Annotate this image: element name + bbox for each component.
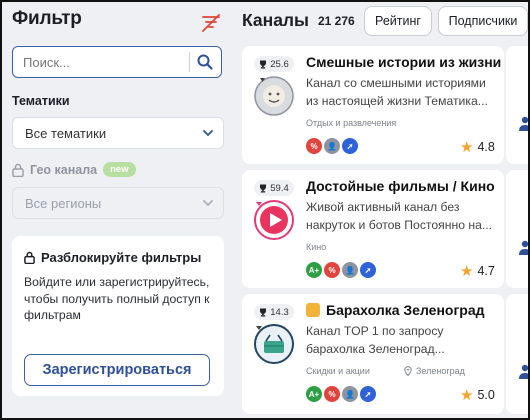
chevron-down-icon (203, 199, 213, 206)
discount-tag-icon: % (324, 262, 340, 278)
channel-geo-text: Зеленоград (416, 366, 465, 376)
clear-filter-icon[interactable] (200, 12, 222, 34)
search-button[interactable] (190, 47, 220, 77)
play-button-avatar-icon (254, 200, 294, 240)
stars-value: 4.8 (477, 140, 495, 154)
new-badge: new (103, 162, 136, 177)
filter-sidebar: Фильтр Тематики Все тематики Гео ка (0, 0, 234, 420)
channel-card[interactable]: 59.4 Достойные фильмы / Кино Живой актив… (242, 170, 504, 288)
a-plus-tag-icon: A+ (306, 262, 322, 278)
channel-tags: % 👤 ➚ (306, 138, 358, 154)
channel-title[interactable]: Смешные истории из жизни (306, 54, 501, 70)
channel-tags: A+ % 👤 ➚ (306, 386, 376, 402)
geo-label-row: Гео канала new (12, 162, 136, 177)
register-button[interactable]: Зарегистрироваться (24, 354, 210, 386)
channel-title[interactable]: Барахолка Зеленоград (306, 302, 485, 318)
channel-title-text: Достойные фильмы / Кино (306, 178, 495, 194)
page-title: Каналы (242, 10, 309, 30)
unlock-text: Войдите или зарегистрируйтесь, чтобы пол… (24, 275, 210, 322)
channel-geo: Зеленоград (404, 366, 465, 376)
channels-panel: Каналы 21 276 Рейтинг Подписчики 25.6 См… (234, 0, 530, 420)
lock-icon (24, 251, 35, 264)
trophy-icon (260, 184, 267, 192)
discount-tag-icon: % (324, 386, 340, 402)
rocket-tag-icon: ➚ (342, 138, 358, 154)
chevron-down-icon (203, 129, 213, 136)
channel-description: Живой активный канал без накруток и бото… (306, 200, 493, 232)
channel-card[interactable]: 14.3 Барахолка Зеленоград Канал TOP 1 по… (242, 294, 504, 414)
geo-select: Все регионы (12, 187, 224, 219)
star-icon: ★ (460, 139, 474, 156)
channel-title-text: Смешные истории из жизни (306, 54, 502, 70)
channel-title-text: Барахолка Зеленоград (326, 302, 485, 318)
stars-value: 4.7 (477, 264, 495, 278)
rating-pill: 59.4 (254, 180, 294, 196)
channel-tags: A+ % 👤 ➚ (306, 262, 376, 278)
channel-category: Отдых и развлечения (306, 118, 397, 128)
person-icon (519, 116, 530, 131)
channel-title[interactable]: Достойные фильмы / Кино (306, 178, 495, 194)
rating-pill: 14.3 (254, 304, 294, 320)
channel-side-panel (506, 46, 530, 164)
star-icon: ★ (460, 263, 474, 280)
channels-count: 21 276 (318, 14, 355, 28)
shopping-basket-avatar-icon (254, 324, 294, 364)
rocket-tag-icon: ➚ (360, 262, 376, 278)
filter-title: Фильтр (12, 8, 82, 29)
channel-avatar (254, 76, 294, 116)
unlock-title-row: Разблокируйте фильтры (24, 250, 201, 265)
rating-value: 59.4 (270, 182, 289, 194)
channel-side-panel (506, 170, 530, 288)
search-box (12, 46, 222, 78)
channel-stars: ★ 4.7 (460, 262, 495, 280)
channel-category: Кино (306, 242, 327, 252)
baby-face-avatar-icon (254, 76, 294, 116)
geo-select-value: Все регионы (25, 195, 102, 211)
geo-label: Гео канала (30, 162, 98, 177)
search-icon (197, 54, 213, 70)
discount-tag-icon: % (306, 138, 322, 154)
channel-side-panel (506, 294, 530, 414)
trophy-icon (260, 60, 267, 68)
a-plus-tag-icon: A+ (306, 386, 322, 402)
person-tag-icon: 👤 (342, 386, 358, 402)
channel-stars: ★ 4.8 (460, 138, 495, 156)
location-pin-icon (404, 366, 412, 376)
unlock-title: Разблокируйте фильтры (41, 250, 202, 265)
person-icon (519, 240, 530, 255)
channel-card[interactable]: 25.6 Смешные истории из жизни Канал со с… (242, 46, 504, 164)
person-tag-icon: 👤 (342, 262, 358, 278)
person-icon (519, 364, 530, 379)
person-tag-icon: 👤 (324, 138, 340, 154)
chat-bubble-icon (306, 303, 320, 317)
rating-value: 14.3 (270, 306, 289, 318)
channel-category: Скидки и акции (306, 366, 370, 376)
sort-subscribers-button[interactable]: Подписчики (438, 6, 528, 36)
trophy-icon (260, 308, 267, 316)
topics-label: Тематики (12, 94, 70, 108)
channel-stars: ★ 5.0 (460, 386, 495, 404)
channel-description: Канал TOP 1 по запросу барахолка Зеленог… (306, 324, 445, 356)
channel-avatar (254, 324, 294, 364)
stars-value: 5.0 (477, 388, 495, 402)
rating-value: 25.6 (270, 58, 289, 70)
rating-pill: 25.6 (254, 56, 294, 72)
lock-icon (12, 163, 24, 177)
channel-avatar (254, 200, 294, 240)
topics-select[interactable]: Все тематики (12, 117, 224, 149)
star-icon: ★ (460, 387, 474, 404)
rocket-tag-icon: ➚ (360, 386, 376, 402)
sort-rating-button[interactable]: Рейтинг (364, 6, 432, 36)
topics-select-value: Все тематики (25, 125, 107, 141)
search-input[interactable] (13, 54, 189, 70)
unlock-filters-card: Разблокируйте фильтры Войдите или зареги… (12, 236, 224, 396)
channel-description: Канал со смешными историями из настоящей… (306, 76, 488, 108)
